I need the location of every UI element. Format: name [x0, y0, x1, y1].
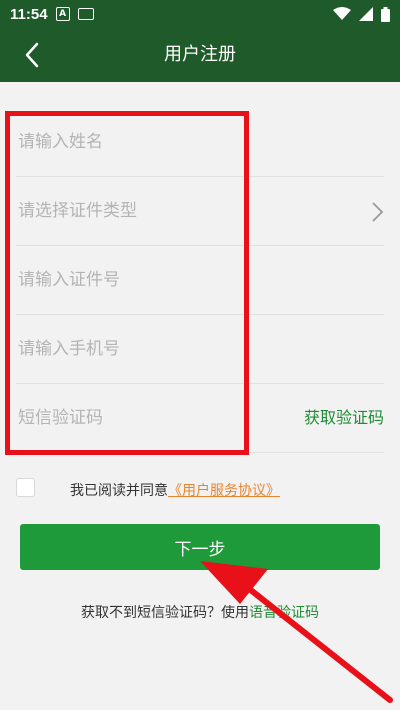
agreement-row: 我已阅读并同意《用户服务协议》	[16, 478, 384, 500]
battery-icon	[381, 6, 390, 22]
agreement-checkbox[interactable]	[16, 478, 35, 497]
agreement-text: 我已阅读并同意《用户服务协议》	[70, 480, 280, 500]
footer-hint: 获取不到短信验证码？使用语音验证码	[0, 602, 400, 622]
voice-code-link[interactable]: 语音验证码	[249, 605, 319, 621]
a-notification-icon: A	[55, 7, 70, 21]
name-row	[16, 108, 384, 177]
sms-code-input[interactable]	[16, 384, 288, 452]
agreement-prefix: 我已阅读并同意	[70, 483, 168, 499]
name-input[interactable]	[16, 108, 288, 176]
nav-bar: 用户注册	[0, 28, 400, 82]
footer-text: 获取不到短信验证码？使用	[81, 605, 249, 621]
registration-form: 请选择证件类型 获取验证码	[0, 108, 400, 453]
id-type-row[interactable]: 请选择证件类型	[16, 177, 384, 246]
id-number-row	[16, 246, 384, 315]
id-type-select[interactable]: 请选择证件类型	[18, 177, 137, 245]
cellular-icon	[359, 7, 373, 21]
id-number-input[interactable]	[16, 246, 288, 314]
phone-row	[16, 315, 384, 384]
user-agreement-link[interactable]: 《用户服务协议》	[168, 483, 280, 499]
next-step-button[interactable]: 下一步	[20, 524, 380, 570]
wifi-icon	[333, 7, 351, 20]
phone-input[interactable]	[16, 315, 288, 383]
status-time: 11:54	[10, 5, 48, 23]
status-bar: 11:54 A	[0, 0, 400, 28]
sms-code-row: 获取验证码	[16, 384, 384, 453]
keyboard-icon	[77, 8, 94, 20]
page-title: 用户注册	[164, 44, 236, 65]
get-code-button[interactable]: 获取验证码	[304, 384, 384, 452]
chevron-right-icon	[372, 202, 384, 222]
